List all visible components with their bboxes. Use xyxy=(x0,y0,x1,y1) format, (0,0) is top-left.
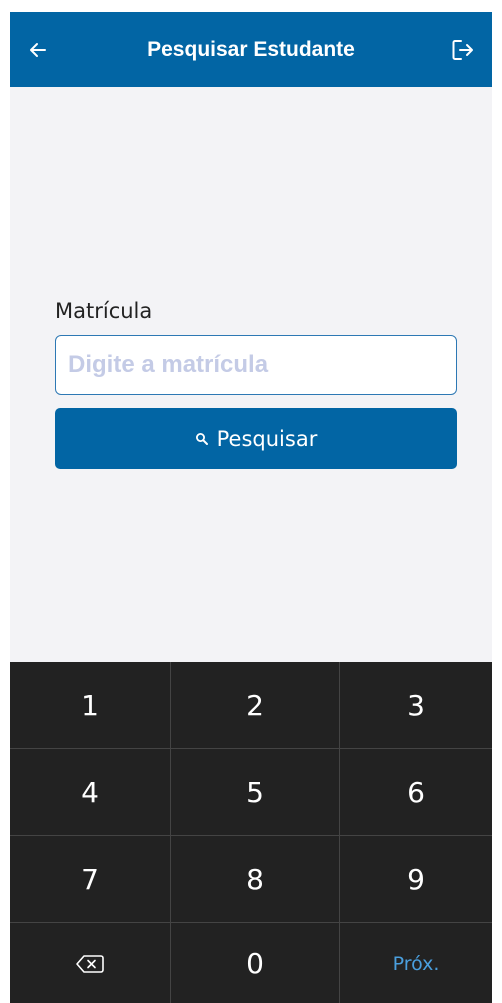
app-screen: Pesquisar Estudante Matrícula Pesquisar … xyxy=(10,12,492,1003)
key-2[interactable]: 2 xyxy=(171,662,339,748)
back-button[interactable] xyxy=(24,36,52,64)
page-title: Pesquisar Estudante xyxy=(147,37,355,61)
matricula-input[interactable] xyxy=(55,335,457,395)
backspace-icon xyxy=(76,954,104,973)
search-icon xyxy=(195,432,209,446)
arrow-left-icon xyxy=(30,43,46,57)
logout-icon xyxy=(452,40,473,60)
logout-button[interactable] xyxy=(448,35,478,65)
key-8[interactable]: 8 xyxy=(171,836,339,922)
key-1[interactable]: 1 xyxy=(10,662,170,748)
search-button[interactable]: Pesquisar xyxy=(55,408,457,469)
next-key[interactable]: Próx. xyxy=(340,923,492,1003)
key-7[interactable]: 7 xyxy=(10,836,170,922)
matricula-label: Matrícula xyxy=(55,299,153,323)
app-bar: Pesquisar Estudante xyxy=(10,12,492,87)
backspace-key[interactable] xyxy=(10,923,170,1003)
key-3[interactable]: 3 xyxy=(340,662,492,748)
key-5[interactable]: 5 xyxy=(171,749,339,835)
search-button-label: Pesquisar xyxy=(216,426,318,451)
key-4[interactable]: 4 xyxy=(10,749,170,835)
key-6[interactable]: 6 xyxy=(340,749,492,835)
key-9[interactable]: 9 xyxy=(340,836,492,922)
numeric-keypad: 1 2 3 4 5 6 7 8 9 0 Próx. xyxy=(10,662,492,1003)
key-0[interactable]: 0 xyxy=(171,923,339,1003)
